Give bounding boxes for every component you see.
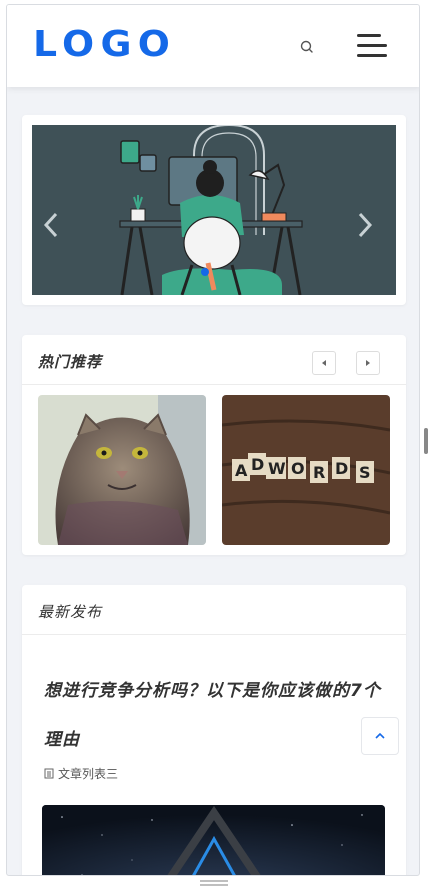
chevron-left-icon[interactable] <box>40 210 62 240</box>
svg-text:A: A <box>235 461 248 480</box>
svg-text:D: D <box>251 455 264 474</box>
carousel-prev-button[interactable] <box>312 351 336 375</box>
article-title[interactable]: 想进行竞争分析吗？以下是你应该做的7个理由 <box>44 667 384 765</box>
banner-carousel <box>22 115 406 305</box>
svg-text:W: W <box>268 459 286 478</box>
svg-text:R: R <box>313 463 325 482</box>
article-category-label: 文章列表三 <box>58 767 119 781</box>
section-title: 热门推荐 <box>38 353 103 371</box>
hamburger-menu-icon[interactable] <box>357 31 391 61</box>
scrollbar-handle[interactable] <box>424 428 428 454</box>
caret-left-icon <box>322 360 326 366</box>
hot-item-adwords[interactable]: A D W O R D S <box>222 395 390 545</box>
page-frame: LOGO 热门推荐 A D W O R D S 最新发布 想进行竞争分析吗？以下… <box>6 4 420 876</box>
caret-right-icon <box>366 360 370 366</box>
document-icon <box>44 768 54 779</box>
latest-section: 最新发布 想进行竞争分析吗？以下是你应该做的7个理由 文章列表三 <box>22 585 406 875</box>
article-category[interactable]: 文章列表三 <box>44 765 118 782</box>
site-header: LOGO <box>7 5 419 87</box>
hot-recommend-section: 热门推荐 A D W O R D S <box>22 335 406 555</box>
back-to-top-button[interactable] <box>361 717 399 755</box>
divider <box>22 634 406 635</box>
article-image[interactable] <box>42 805 385 875</box>
svg-text:S: S <box>359 463 371 482</box>
carousel-next-button[interactable] <box>356 351 380 375</box>
svg-text:O: O <box>291 459 305 478</box>
search-icon[interactable] <box>299 39 315 55</box>
site-logo[interactable]: LOGO <box>33 25 176 65</box>
chevron-up-icon <box>375 732 385 739</box>
svg-text:D: D <box>335 459 348 478</box>
hot-item-cat[interactable] <box>38 395 206 545</box>
resize-grip-icon[interactable] <box>200 880 228 886</box>
banner-illustration[interactable] <box>32 125 396 295</box>
divider <box>22 384 406 385</box>
section-title: 最新发布 <box>38 603 103 621</box>
chevron-right-icon[interactable] <box>354 210 376 240</box>
